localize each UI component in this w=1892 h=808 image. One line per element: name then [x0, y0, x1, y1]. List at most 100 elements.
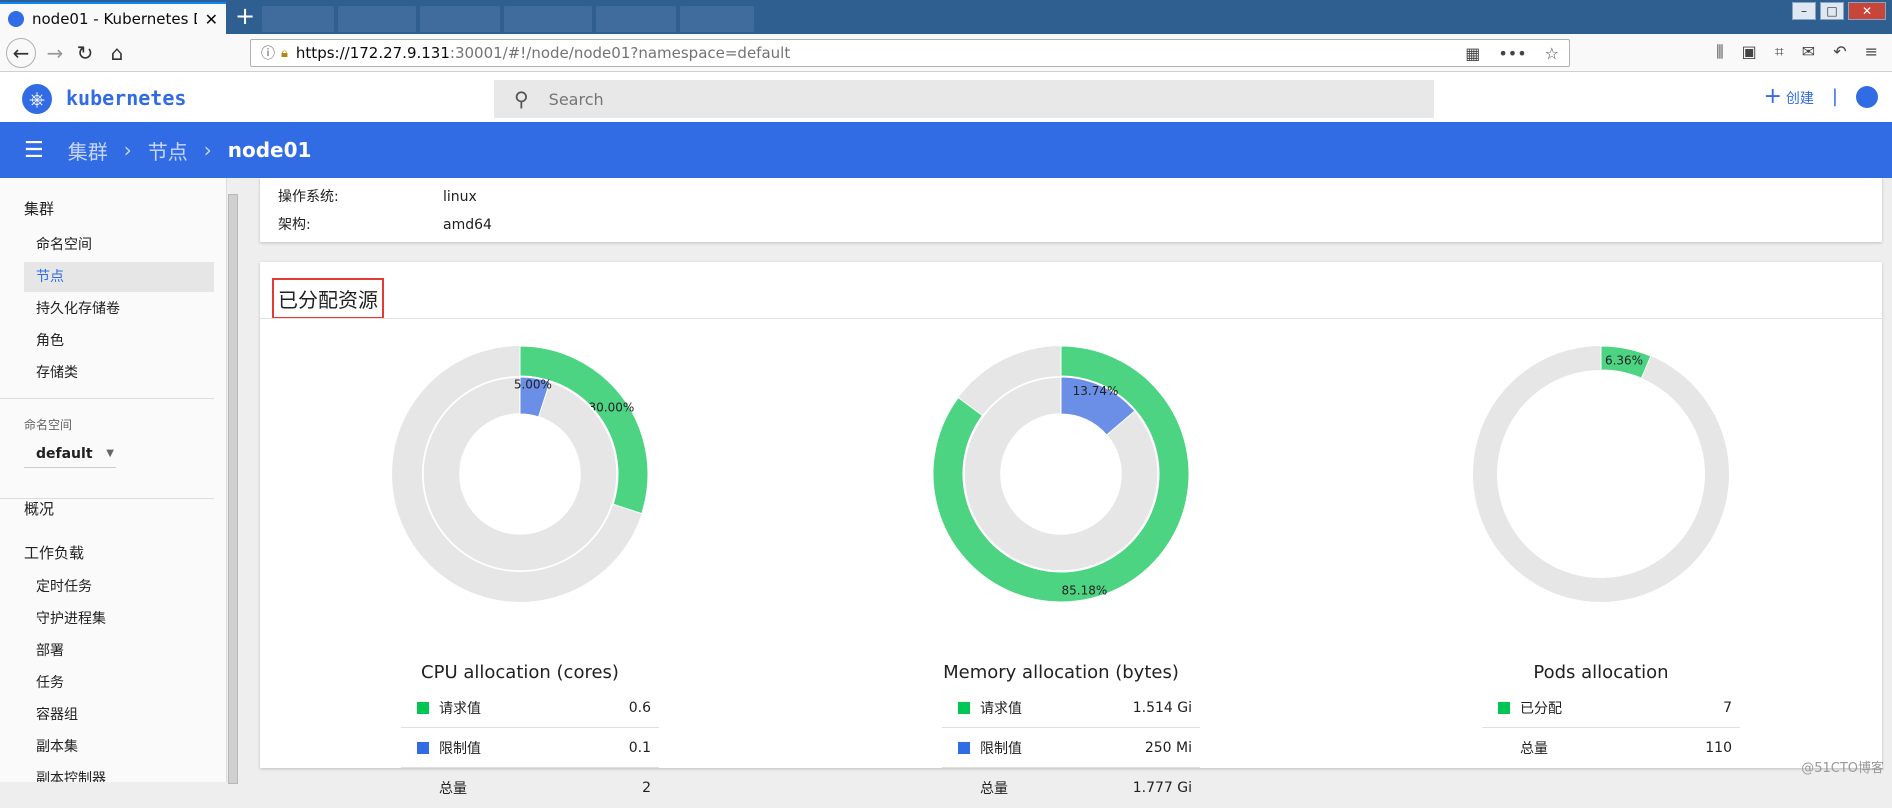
- window-controls: – □ ✕: [1792, 2, 1886, 20]
- menu-icon[interactable]: ≡: [1865, 42, 1878, 62]
- os-label: 操作系统:: [278, 186, 443, 206]
- chevron-right-icon: ›: [124, 138, 132, 162]
- breadcrumb-toolbar: ☰ 集群 › 节点 › node01: [0, 122, 1892, 178]
- namespace-label: 命名空间: [24, 416, 72, 433]
- minimize-icon[interactable]: –: [1792, 2, 1816, 20]
- browser-navbar: ← → ↻ ⌂ ⓘ 🔒︎ https://172.27.9.131:30001/…: [0, 34, 1892, 72]
- bookmark-star-icon[interactable]: ☆: [1545, 44, 1559, 63]
- legend-row-limits: 限制值 250 Mi: [942, 728, 1200, 768]
- qr-code-icon[interactable]: ▦: [1465, 44, 1480, 63]
- page-actions-icon[interactable]: •••: [1498, 44, 1526, 63]
- library-icon[interactable]: ⫼: [1716, 42, 1723, 62]
- chart-title: Memory allocation (bytes): [801, 662, 1321, 683]
- pods-allocation-legend: 已分配 7 总量 110: [1482, 688, 1740, 768]
- slice-label: 13.74%: [1073, 384, 1119, 398]
- background-tab[interactable]: [338, 6, 416, 32]
- browser-tab-title: node01 - Kubernetes Dashboa: [32, 10, 197, 28]
- sidebar-item-overview[interactable]: 概况: [24, 498, 54, 519]
- sidebar-item-jobs[interactable]: 任务: [24, 668, 214, 698]
- back-arrow-icon[interactable]: ←: [6, 38, 36, 68]
- chart-title: CPU allocation (cores): [260, 662, 780, 683]
- background-tab[interactable]: [420, 6, 500, 32]
- sidebar-section-cluster[interactable]: 集群: [24, 198, 54, 219]
- reload-icon[interactable]: ↻: [72, 40, 98, 66]
- hamburger-menu-icon[interactable]: ☰: [24, 138, 44, 163]
- header-actions: +创建 |: [1763, 84, 1878, 109]
- address-url: https://172.27.9.131:30001/#!/node/node0…: [296, 44, 790, 62]
- sidebar-item-persistent-volumes[interactable]: 持久化存储卷: [24, 294, 214, 324]
- chevron-down-icon: ▼: [106, 448, 114, 459]
- legend-row-allocated: 已分配 7: [1482, 688, 1740, 728]
- info-icon[interactable]: ⓘ: [261, 43, 275, 63]
- namespace-select[interactable]: default ▼: [24, 440, 116, 468]
- screenshot-icon[interactable]: ⌗: [1775, 42, 1784, 62]
- new-tab-icon[interactable]: +: [232, 4, 258, 30]
- background-tab[interactable]: [596, 6, 676, 32]
- create-button[interactable]: +创建: [1763, 84, 1813, 109]
- user-account-icon[interactable]: [1856, 86, 1878, 108]
- os-value: linux: [443, 189, 477, 205]
- sidebar-item-pods[interactable]: 容器组: [24, 700, 214, 730]
- os-row: 操作系统:linux: [278, 186, 477, 206]
- insecure-lock-icon[interactable]: 🔒︎: [281, 46, 288, 61]
- sidebar-item-storage-classes[interactable]: 存储类: [24, 358, 214, 388]
- window-close-icon[interactable]: ✕: [1848, 2, 1886, 20]
- cpu-allocation-chart: 30.00%5.00%: [260, 322, 780, 662]
- maximize-icon[interactable]: □: [1820, 2, 1844, 20]
- undo-icon[interactable]: ↶: [1833, 42, 1846, 62]
- browser-toolbar-icons: ⫼ ▣ ⌗ ✉ ↶ ≡: [1716, 42, 1878, 62]
- background-tab[interactable]: [504, 6, 592, 32]
- search-box[interactable]: ⚲: [494, 80, 1434, 118]
- legend-row-total: 总量 1.777 Gi: [942, 768, 1200, 808]
- legend-row-limits: 限制值 0.1: [401, 728, 659, 768]
- background-tab[interactable]: [680, 6, 754, 32]
- sidebar-item-daemonsets[interactable]: 守护进程集: [24, 604, 214, 634]
- sidebar-item-nodes[interactable]: 节点: [24, 262, 214, 292]
- kubernetes-favicon-icon: [8, 11, 24, 27]
- sidebar-scrollbar-thumb[interactable]: [228, 194, 238, 784]
- legend-swatch: [417, 742, 429, 754]
- breadcrumb-cluster[interactable]: 集群: [68, 136, 108, 165]
- legend-row-total: 总量 110: [1482, 728, 1740, 768]
- sidebar-divider: [0, 398, 214, 399]
- search-icon: ⚲: [514, 87, 529, 111]
- address-bar[interactable]: ⓘ 🔒︎ https://172.27.9.131:30001/#!/node/…: [250, 39, 1570, 67]
- legend-row-requests: 请求值 1.514 Gi: [942, 688, 1200, 728]
- cpu-allocation-panel: 30.00%5.00% CPU allocation (cores) 请求值 0…: [260, 322, 780, 768]
- node-system-info-card: 操作系统:linux 架构:amd64: [260, 178, 1882, 242]
- brand-name[interactable]: kubernetes: [66, 86, 186, 110]
- forward-arrow-icon[interactable]: →: [42, 40, 68, 66]
- sidebar-item-replicasets[interactable]: 副本集: [24, 732, 214, 762]
- legend-swatch: [958, 702, 970, 714]
- plus-icon: +: [1763, 84, 1781, 109]
- sidebar-item-cronjobs[interactable]: 定时任务: [24, 572, 214, 602]
- breadcrumb-nodes[interactable]: 节点: [148, 136, 188, 165]
- sidebar-item-deployments[interactable]: 部署: [24, 636, 214, 666]
- legend-swatch: [417, 702, 429, 714]
- memory-allocation-panel: 85.18% 13.74% Memory allocation (bytes) 请…: [801, 322, 1321, 768]
- sidebar-section-workloads[interactable]: 工作负载: [24, 542, 84, 563]
- sidebar-item-replication-controllers[interactable]: 副本控制器: [24, 764, 214, 782]
- legend-swatch: [958, 742, 970, 754]
- card-divider: [260, 318, 1882, 319]
- memory-allocation-chart: 85.18% 13.74%: [801, 322, 1321, 662]
- kubernetes-logo-icon[interactable]: ⎈: [22, 84, 52, 114]
- memory-allocation-legend: 请求值 1.514 Gi 限制值 250 Mi 总量 1.777 Gi: [942, 688, 1200, 808]
- sidebar: 集群 命名空间 节点 持久化存储卷 角色 存储类 命名空间 default ▼ …: [0, 178, 226, 782]
- app-header: ⎈ kubernetes ⚲ +创建 |: [0, 72, 1892, 122]
- sidebar-icon[interactable]: ▣: [1742, 42, 1757, 62]
- background-tab[interactable]: [262, 6, 334, 32]
- browser-tab-active[interactable]: node01 - Kubernetes Dashboa ✕: [0, 2, 226, 34]
- chat-icon[interactable]: ✉: [1802, 42, 1815, 62]
- sidebar-item-namespaces[interactable]: 命名空间: [24, 230, 214, 260]
- header-separator: |: [1832, 86, 1838, 107]
- donut-track-outer: [1473, 346, 1729, 602]
- close-tab-icon[interactable]: ✕: [205, 10, 218, 29]
- search-input[interactable]: [549, 90, 1149, 109]
- arch-label: 架构:: [278, 214, 443, 234]
- slice-label: 85.18%: [1062, 584, 1108, 598]
- legend-swatch: [1498, 702, 1510, 714]
- home-icon[interactable]: ⌂: [104, 40, 130, 66]
- cpu-allocation-legend: 请求值 0.6 限制值 0.1 总量 2: [401, 688, 659, 808]
- sidebar-item-roles[interactable]: 角色: [24, 326, 214, 356]
